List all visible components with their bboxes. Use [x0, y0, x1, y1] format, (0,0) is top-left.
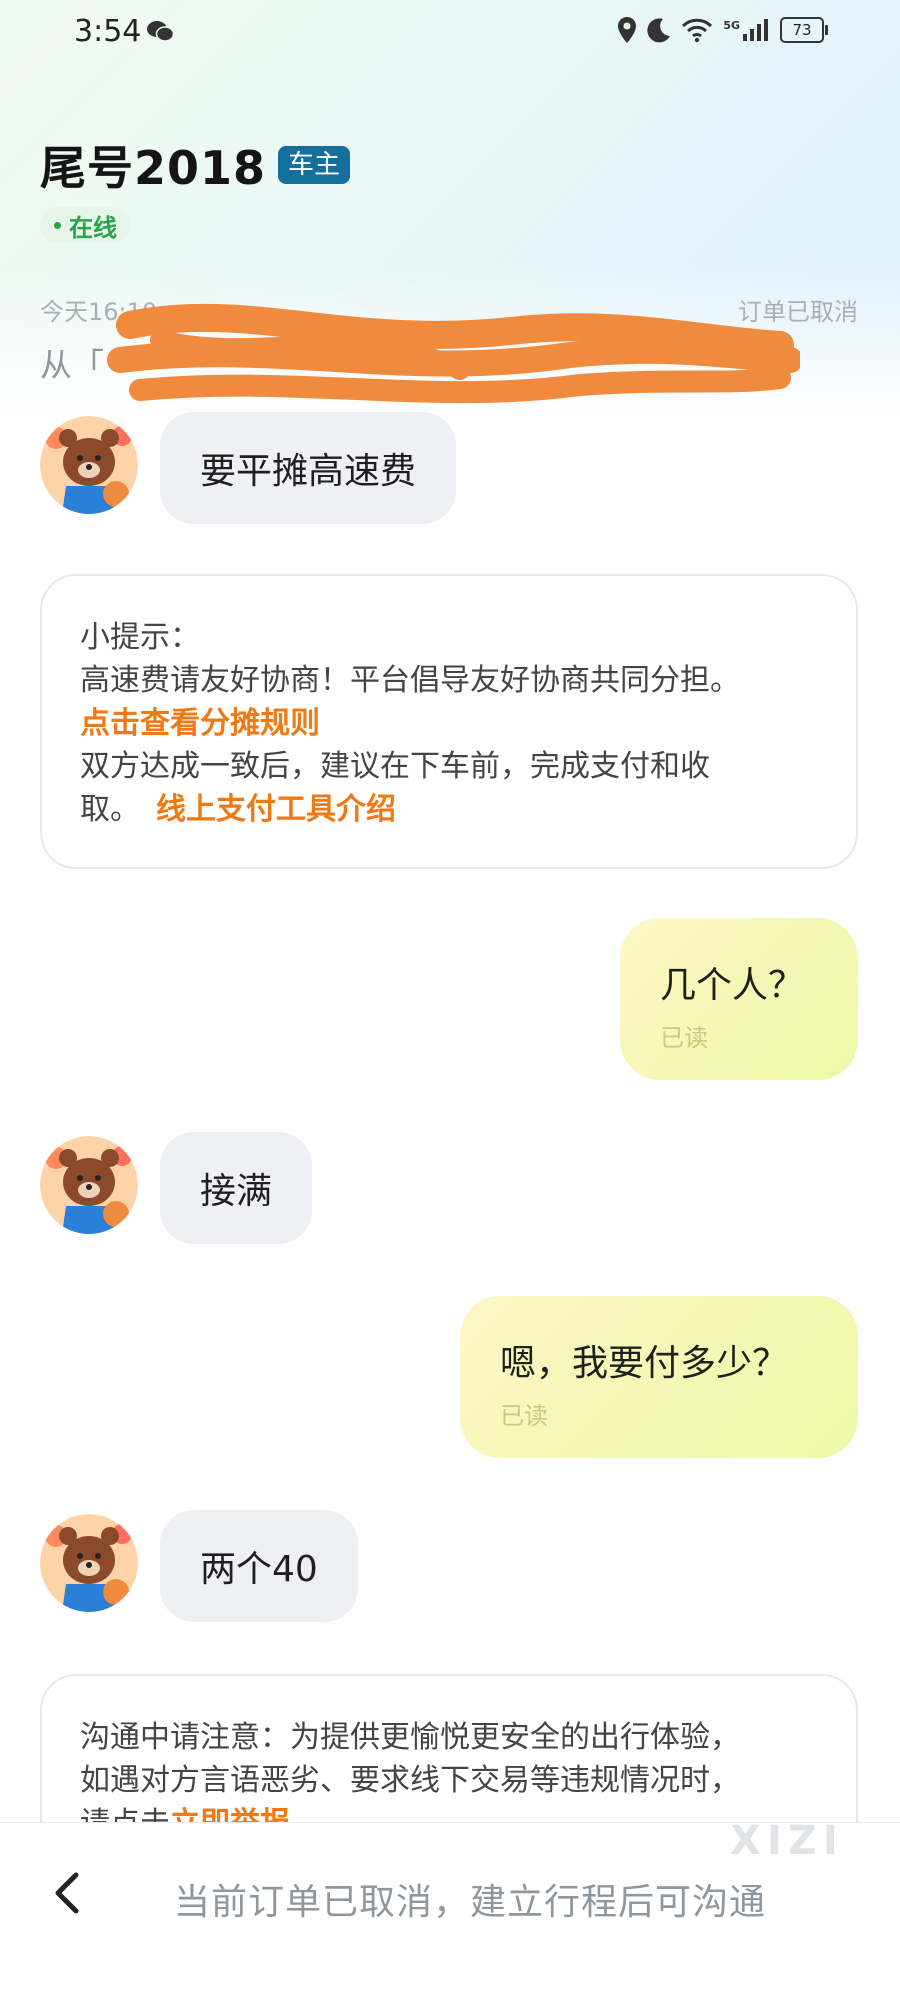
watermark: XIZI [730, 1818, 844, 1864]
online-label: 在线 [69, 213, 117, 242]
online-status: 在线 [40, 207, 131, 243]
message-bubble-outgoing[interactable]: 几个人？ 已读 [620, 918, 858, 1080]
tip-line: 高速费请友好协商！平台倡导友好协商共同分担。 [80, 663, 740, 698]
share-rules-link[interactable]: 点击查看分摊规则 [80, 706, 320, 741]
page-title: 尾号2018 [40, 141, 267, 195]
message-text: 接满 [200, 1171, 273, 1212]
online-dot-icon [54, 221, 61, 229]
driver-avatar[interactable] [40, 1514, 138, 1612]
chat-disabled-notice: 当前订单已取消，建立行程后可沟通 [174, 1882, 767, 1923]
bear-avatar-icon [40, 1514, 138, 1612]
tip-line: 双方达成一致后，建议在下车前，完成支付和收 [80, 749, 710, 784]
wechat-icon [147, 21, 174, 42]
status-icons: 5G 73 [617, 16, 828, 44]
message-text: 要平摊高速费 [200, 451, 417, 492]
wifi-icon [682, 18, 713, 43]
redaction-scribble [107, 303, 800, 404]
tip-card: 小提示： 高速费请友好协商！平台倡导友好协商共同分担。 点击查看分摊规则 双方达… [40, 574, 858, 869]
message-bubble-incoming[interactable]: 两个40 [160, 1510, 358, 1622]
moon-icon [647, 18, 671, 43]
driver-avatar[interactable] [40, 1136, 138, 1234]
online-payment-link[interactable]: 线上支付工具介绍 [156, 792, 396, 827]
tip-heading: 小提示： [80, 620, 200, 655]
order-route[interactable]: 从「 [40, 340, 104, 386]
bear-avatar-icon [40, 1136, 138, 1234]
signal-icon [743, 19, 768, 41]
network-type: 5G [723, 18, 740, 32]
message-bubble-incoming[interactable]: 要平摊高速费 [160, 412, 457, 524]
message-bubble-outgoing[interactable]: 嗯，我要付多少？ 已读 [460, 1296, 858, 1458]
location-icon [618, 17, 637, 43]
notice-line: 沟通中请注意：为提供更愉悦更安全的出行体验， [80, 1720, 740, 1755]
message-text: 几个人？ [660, 965, 805, 1006]
bear-avatar-icon [40, 416, 138, 514]
read-receipt: 已读 [500, 1402, 548, 1430]
status-bar: 3:54 5G 73 [0, 0, 900, 66]
back-arrow-icon[interactable] [48, 1871, 88, 1915]
message-text: 两个40 [200, 1549, 318, 1590]
message-text: 嗯，我要付多少？ [500, 1343, 789, 1384]
battery-icon: 73 [780, 17, 828, 43]
driver-avatar[interactable] [40, 416, 138, 514]
notice-line: 如遇对方言语恶劣、要求线下交易等违规情况时， [80, 1763, 740, 1798]
status-time: 3:54 [74, 14, 142, 49]
tip-line: 取。 [80, 792, 140, 827]
message-bubble-incoming[interactable]: 接满 [160, 1132, 313, 1244]
role-badge: 车主 [278, 146, 351, 184]
chat-header: 尾号2018 车主 [40, 132, 351, 198]
read-receipt: 已读 [660, 1024, 708, 1052]
